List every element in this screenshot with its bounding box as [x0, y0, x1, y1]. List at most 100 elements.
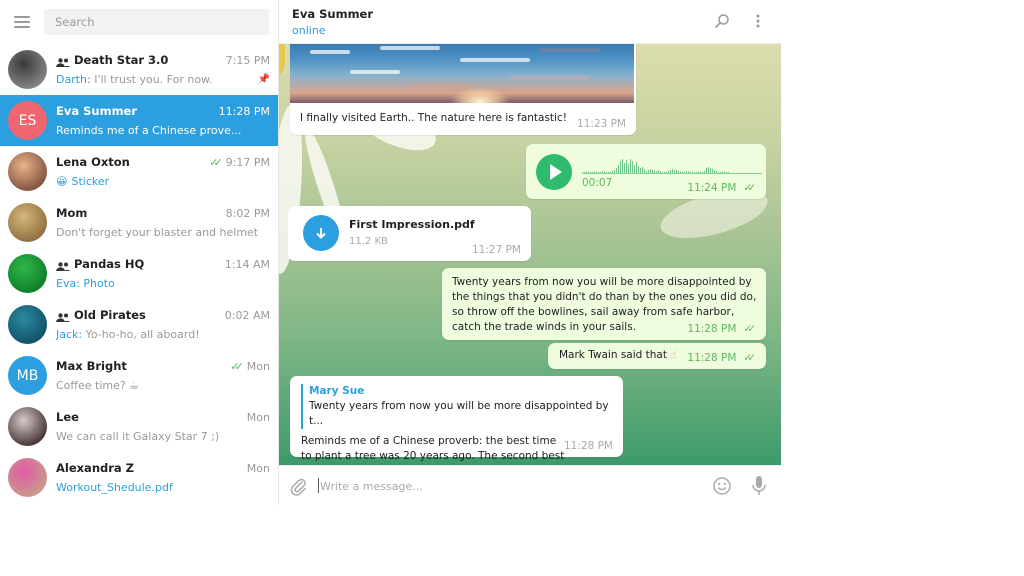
- voice-waveform[interactable]: [582, 152, 762, 174]
- chat-list-item[interactable]: Alexandra Z Mon Workout_Shedule.pdf: [0, 452, 278, 503]
- message-composer: [279, 465, 781, 505]
- chat-panel: Eva Summer online I finally visited Eart…: [279, 0, 781, 505]
- chat-preview: Jack: Yo-ho-ho, all aboard!: [56, 327, 200, 341]
- pin-icon: 📌: [257, 73, 270, 85]
- search-input[interactable]: [44, 9, 269, 35]
- text-message[interactable]: Mark Twain said that ☝ 11:28 PM ✓✓: [548, 343, 766, 369]
- chat-name: Mom: [56, 206, 88, 220]
- chat-name: Death Star 3.0: [56, 53, 168, 67]
- chat-name: Eva Summer: [56, 104, 138, 118]
- file-message[interactable]: First Impression.pdf 11.2 KB 11:27 PM: [288, 206, 531, 261]
- chat-time: 1:14 AM: [224, 257, 270, 271]
- download-arrow-icon: [316, 228, 326, 239]
- read-checks-icon: ✓✓: [743, 352, 755, 364]
- message-time: 11:28 PM ✓✓: [687, 323, 756, 335]
- message-time: 11:24 PM ✓✓: [687, 182, 756, 194]
- chat-name: Pandas HQ: [56, 257, 144, 271]
- reply-preview[interactable]: Mary Sue Twenty years from now you will …: [301, 384, 616, 429]
- chat-time: ✓✓ 9:17 PM: [209, 155, 270, 169]
- read-checks-icon: ✓✓: [743, 182, 755, 194]
- telegram-app: Death Star 3.0 7:15 PM Darth: I'll trust…: [0, 0, 781, 505]
- pointing-up-emoji-icon: ☝: [670, 349, 677, 361]
- photo-message[interactable]: I finally visited Earth.. The nature her…: [290, 44, 636, 135]
- chat-list-item[interactable]: ES Eva Summer 11:28 PM Reminds me of a C…: [0, 95, 278, 146]
- chat-list-item[interactable]: Mom 8:02 PM Don't forget your blaster an…: [0, 197, 278, 248]
- chat-header: Eva Summer online: [279, 0, 781, 44]
- message-time: 11:27 PM: [472, 244, 521, 256]
- microphone-icon[interactable]: [749, 475, 769, 497]
- chat-preview: Reminds me of a Chinese prove...: [56, 123, 242, 137]
- avatar: [8, 50, 47, 89]
- avatar: [8, 203, 47, 242]
- chat-list-item[interactable]: Death Star 3.0 7:15 PM Darth: I'll trust…: [0, 44, 278, 95]
- chat-preview: We can call it Galaxy Star 7 ;): [56, 429, 220, 443]
- chat-preview: Don't forget your blaster and helmet: [56, 225, 259, 239]
- reply-quoted-text: Twenty years from now you will be more d…: [309, 400, 609, 427]
- chat-name: Lee: [56, 410, 79, 424]
- file-name[interactable]: First Impression.pdf: [349, 218, 475, 231]
- chat-time: Mon: [246, 410, 270, 424]
- avatar: MB: [8, 356, 47, 395]
- avatar: [8, 458, 47, 497]
- search-icon[interactable]: [713, 12, 731, 30]
- chat-preview: 😀 Sticker: [56, 174, 110, 188]
- hamburger-menu-button[interactable]: [0, 0, 44, 44]
- chat-name: Old Pirates: [56, 308, 146, 322]
- chat-time: 8:02 PM: [225, 206, 270, 220]
- message-area[interactable]: I finally visited Earth.. The nature her…: [279, 44, 781, 465]
- chat-time: ✓✓ Mon: [230, 359, 270, 373]
- avatar: [8, 254, 47, 293]
- group-icon: [56, 311, 70, 322]
- photo-caption: I finally visited Earth.. The nature her…: [300, 112, 567, 124]
- read-checks-icon: ✓✓: [743, 323, 755, 335]
- chat-preview: Workout_Shedule.pdf: [56, 480, 173, 494]
- read-checks-icon: ✓✓: [209, 155, 223, 169]
- reply-author: Mary Sue: [309, 385, 365, 397]
- hamburger-menu-icon: [14, 16, 30, 28]
- preview-sender: Eva:: [56, 276, 80, 290]
- chat-time: 7:15 PM: [225, 53, 270, 67]
- avatar: [8, 305, 47, 344]
- background-flower-petal: [279, 44, 285, 74]
- chat-name: Max Bright: [56, 359, 127, 373]
- chat-title[interactable]: Eva Summer: [292, 7, 373, 21]
- avatar: [8, 152, 47, 191]
- download-button[interactable]: [303, 215, 339, 251]
- chat-list: Death Star 3.0 7:15 PM Darth: I'll trust…: [0, 44, 278, 503]
- sidebar-top-bar: [0, 0, 278, 44]
- chat-time: Mon: [246, 461, 270, 475]
- chat-name: Lena Oxton: [56, 155, 130, 169]
- text-message[interactable]: Twenty years from now you will be more d…: [442, 268, 766, 340]
- chat-preview: Darth: I'll trust you. For now.: [56, 72, 213, 86]
- chat-list-item[interactable]: Lee Mon We can call it Galaxy Star 7 ;): [0, 401, 278, 452]
- chat-list-item[interactable]: Pandas HQ 1:14 AM Eva: Photo: [0, 248, 278, 299]
- more-vertical-icon[interactable]: [749, 12, 767, 30]
- emoji-smiley-icon[interactable]: [712, 476, 732, 496]
- attach-paperclip-icon[interactable]: [288, 476, 308, 496]
- text-cursor: [318, 478, 319, 493]
- message-input[interactable]: [320, 475, 700, 497]
- chat-preview: Eva: Photo: [56, 276, 115, 290]
- play-button[interactable]: [536, 154, 572, 190]
- message-text: Reminds me of a Chinese proverb: the bes…: [301, 435, 565, 462]
- chat-list-item[interactable]: Lena Oxton ✓✓ 9:17 PM 😀 Sticker: [0, 146, 278, 197]
- chat-time: 11:28 PM: [218, 104, 270, 118]
- preview-sender: Darth:: [56, 72, 91, 86]
- read-checks-icon: ✓✓: [230, 359, 244, 373]
- sidebar: Death Star 3.0 7:15 PM Darth: I'll trust…: [0, 0, 279, 505]
- message-time: 11:28 PM: [564, 440, 613, 452]
- chat-status: online: [292, 23, 326, 37]
- sunset-photo[interactable]: [290, 44, 634, 103]
- chat-list-item[interactable]: MB Max Bright ✓✓ Mon Coffee time? ☕: [0, 350, 278, 401]
- preview-sender: Jack:: [56, 327, 83, 341]
- voice-duration: 00:07: [582, 177, 613, 189]
- avatar: [8, 407, 47, 446]
- voice-message[interactable]: 00:07 11:24 PM ✓✓: [526, 144, 766, 199]
- chat-list-item[interactable]: Old Pirates 0:02 AM Jack: Yo-ho-ho, all …: [0, 299, 278, 350]
- chat-time: 0:02 AM: [224, 308, 270, 322]
- reply-message[interactable]: Mary Sue Twenty years from now you will …: [290, 376, 623, 462]
- group-icon: [56, 56, 70, 67]
- chat-name: Alexandra Z: [56, 461, 135, 475]
- smiley-emoji-icon: 😀: [56, 174, 68, 188]
- chat-preview: Coffee time? ☕: [56, 378, 140, 392]
